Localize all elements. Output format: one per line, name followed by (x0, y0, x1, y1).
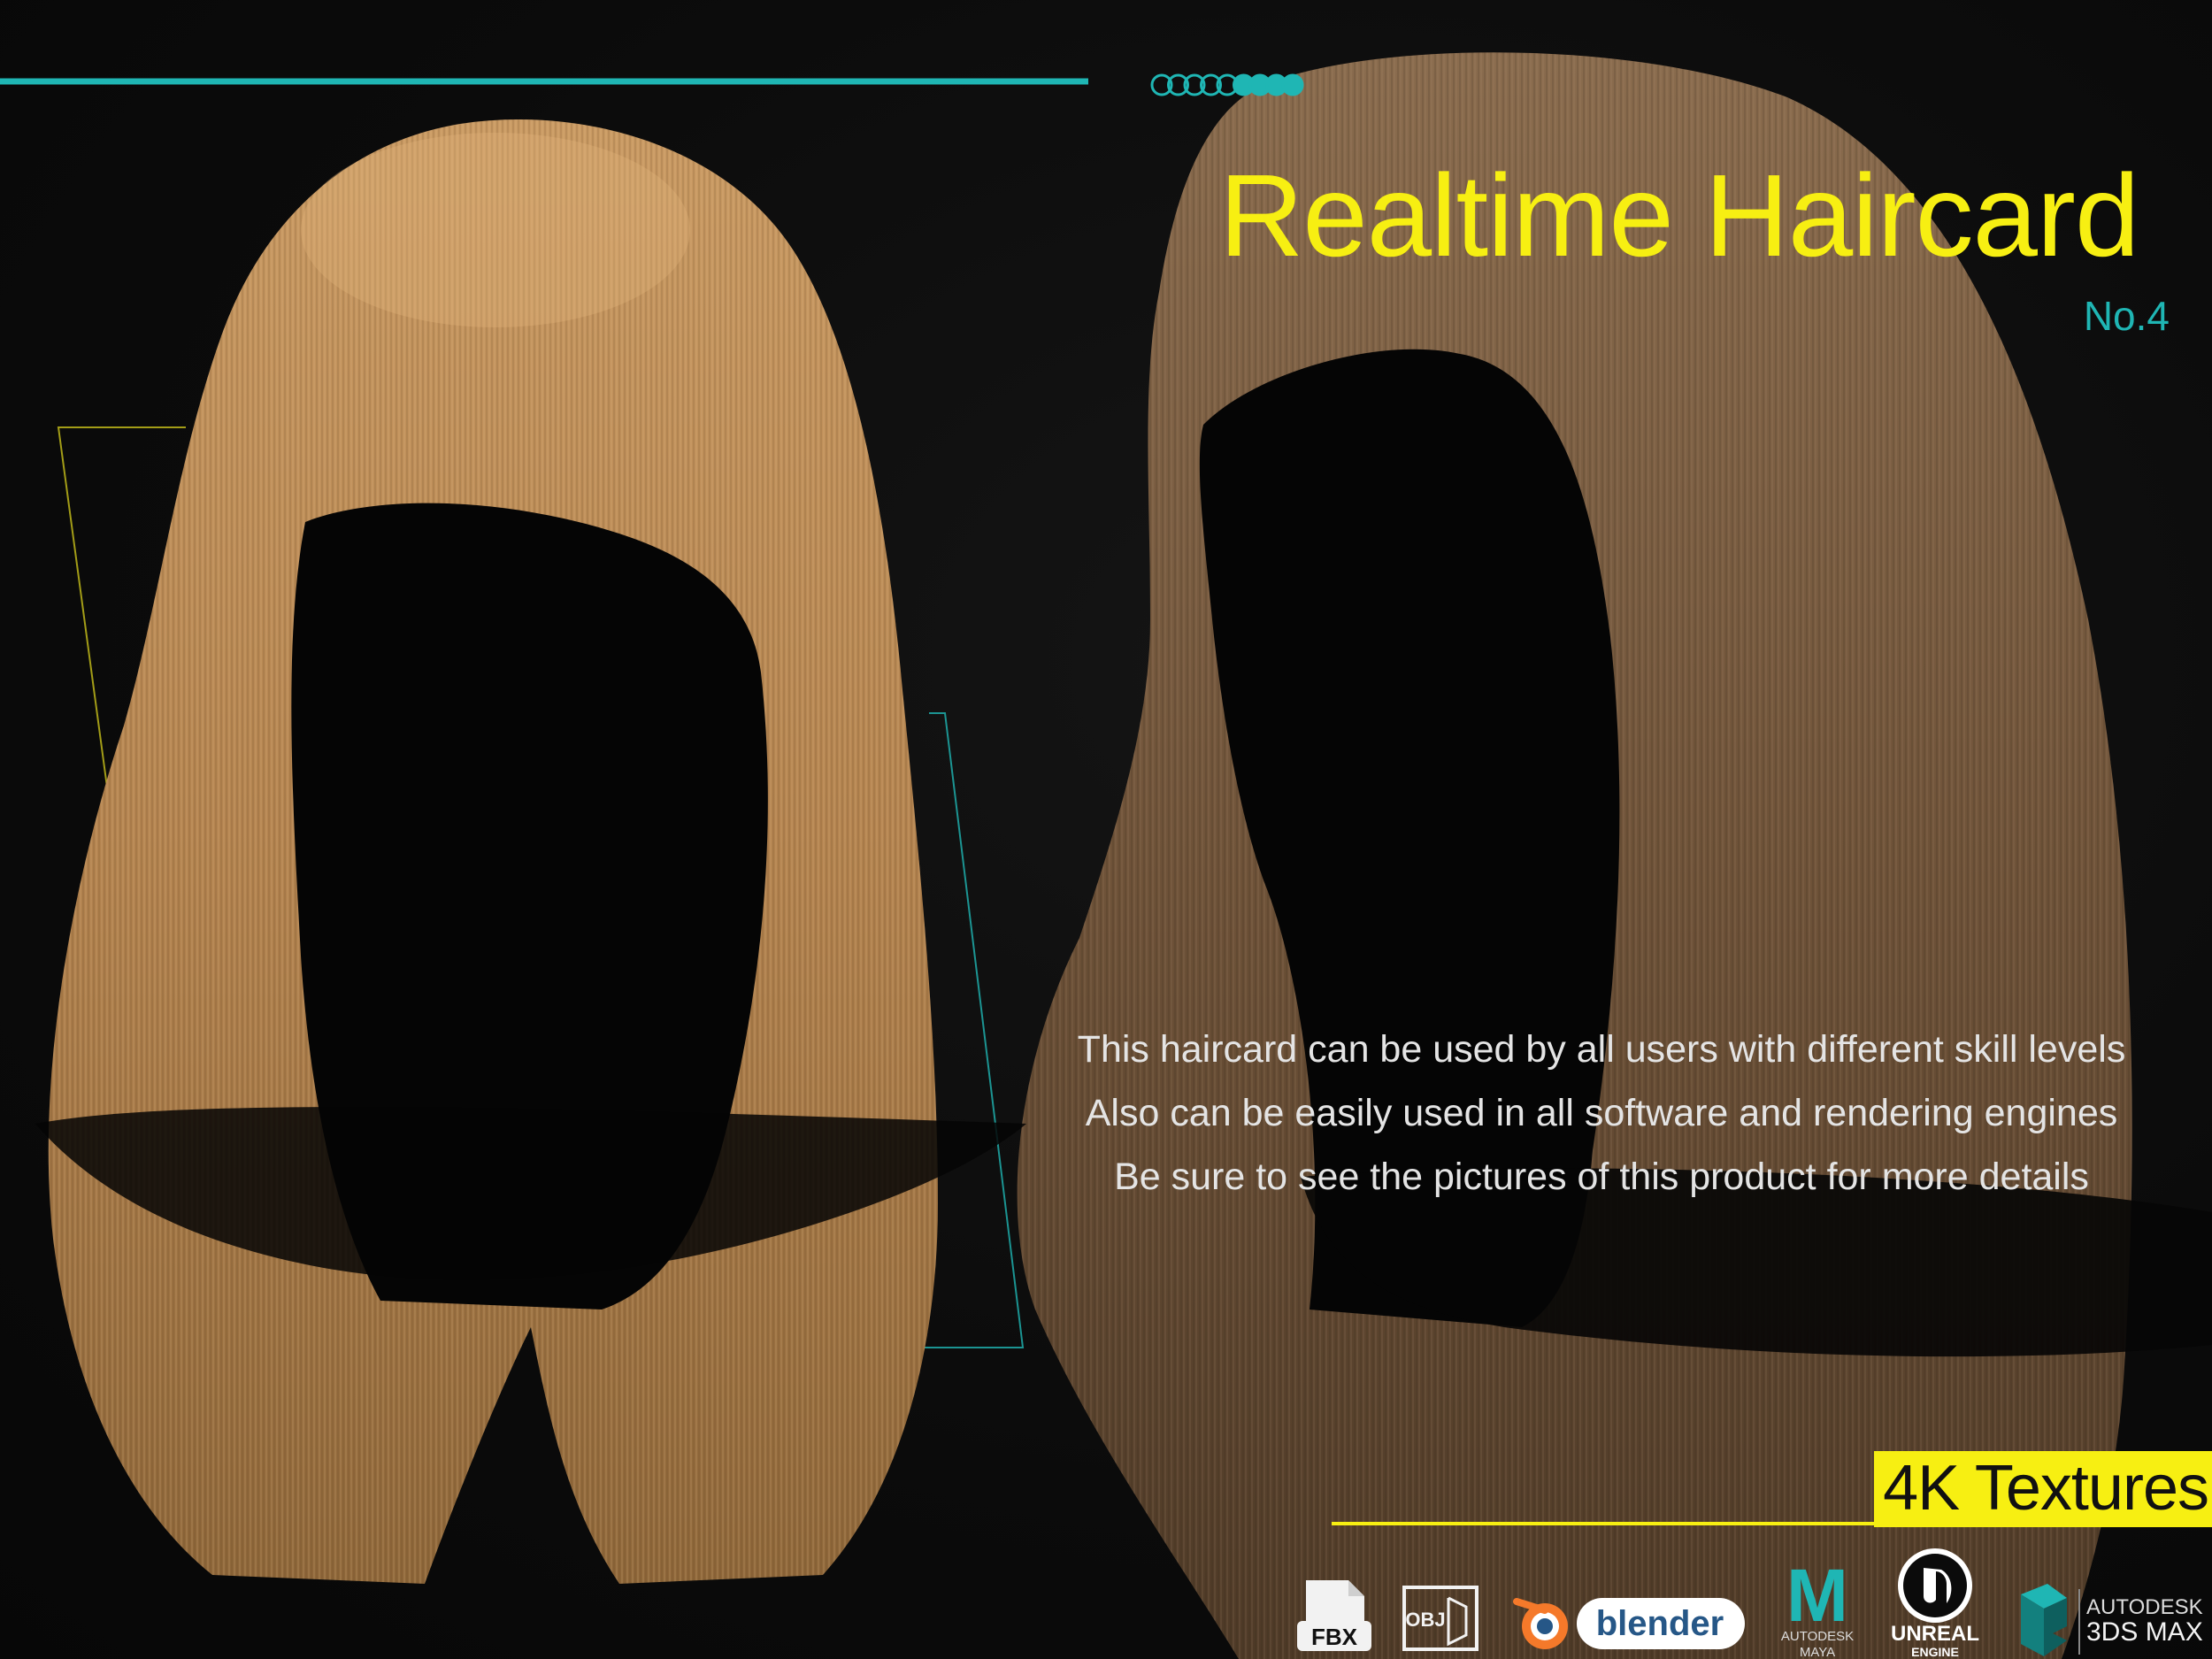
3ds-max-icon: AUTODESK 3DS MAX (2021, 1584, 2203, 1656)
maya-icon: M AUTODESK MAYA (1781, 1559, 1854, 1658)
maya-label-bottom: MAYA (1800, 1645, 1835, 1658)
fbx-label: FBX (1311, 1624, 1358, 1650)
description-line: This haircard can be used by all users w… (1077, 1028, 2126, 1071)
maya-label-top: AUTODESK (1781, 1629, 1854, 1644)
progress-dot-filled (1281, 73, 1304, 96)
textures-badge: 4K Textures (1874, 1451, 2212, 1527)
unreal-label-bottom: ENGINE (1911, 1645, 1959, 1658)
fbx-icon: FBX (1297, 1580, 1371, 1651)
unreal-label-top: UNREAL (1891, 1622, 1979, 1646)
product-banner: Realtime Haircard No.4 This haircard can… (0, 0, 2212, 1659)
3ds-max-label-bottom: 3DS MAX (2086, 1617, 2203, 1647)
product-title: Realtime Haircard (1219, 150, 2139, 280)
description-line: Also can be easily used in all software … (1085, 1092, 2118, 1134)
unreal-engine-icon: UNREAL ENGINE (1891, 1548, 1979, 1658)
hair-model-right (1017, 52, 2212, 1659)
3ds-max-label-top: AUTODESK (2086, 1595, 2203, 1619)
maya-letter: M (1786, 1559, 1848, 1637)
description-line: Be sure to see the pictures of this prod… (1114, 1156, 2089, 1198)
description: This haircard can be used by all users w… (1026, 1018, 2177, 1209)
progress-dots (1150, 73, 1304, 96)
obj-label: OBJ (1405, 1609, 1445, 1631)
product-number: No.4 (2083, 293, 2170, 339)
obj-icon: OBJ (1402, 1586, 1479, 1651)
blender-label: blender (1596, 1604, 1724, 1643)
hair-model-left (35, 119, 1026, 1584)
blender-icon: blender (1513, 1598, 1745, 1649)
